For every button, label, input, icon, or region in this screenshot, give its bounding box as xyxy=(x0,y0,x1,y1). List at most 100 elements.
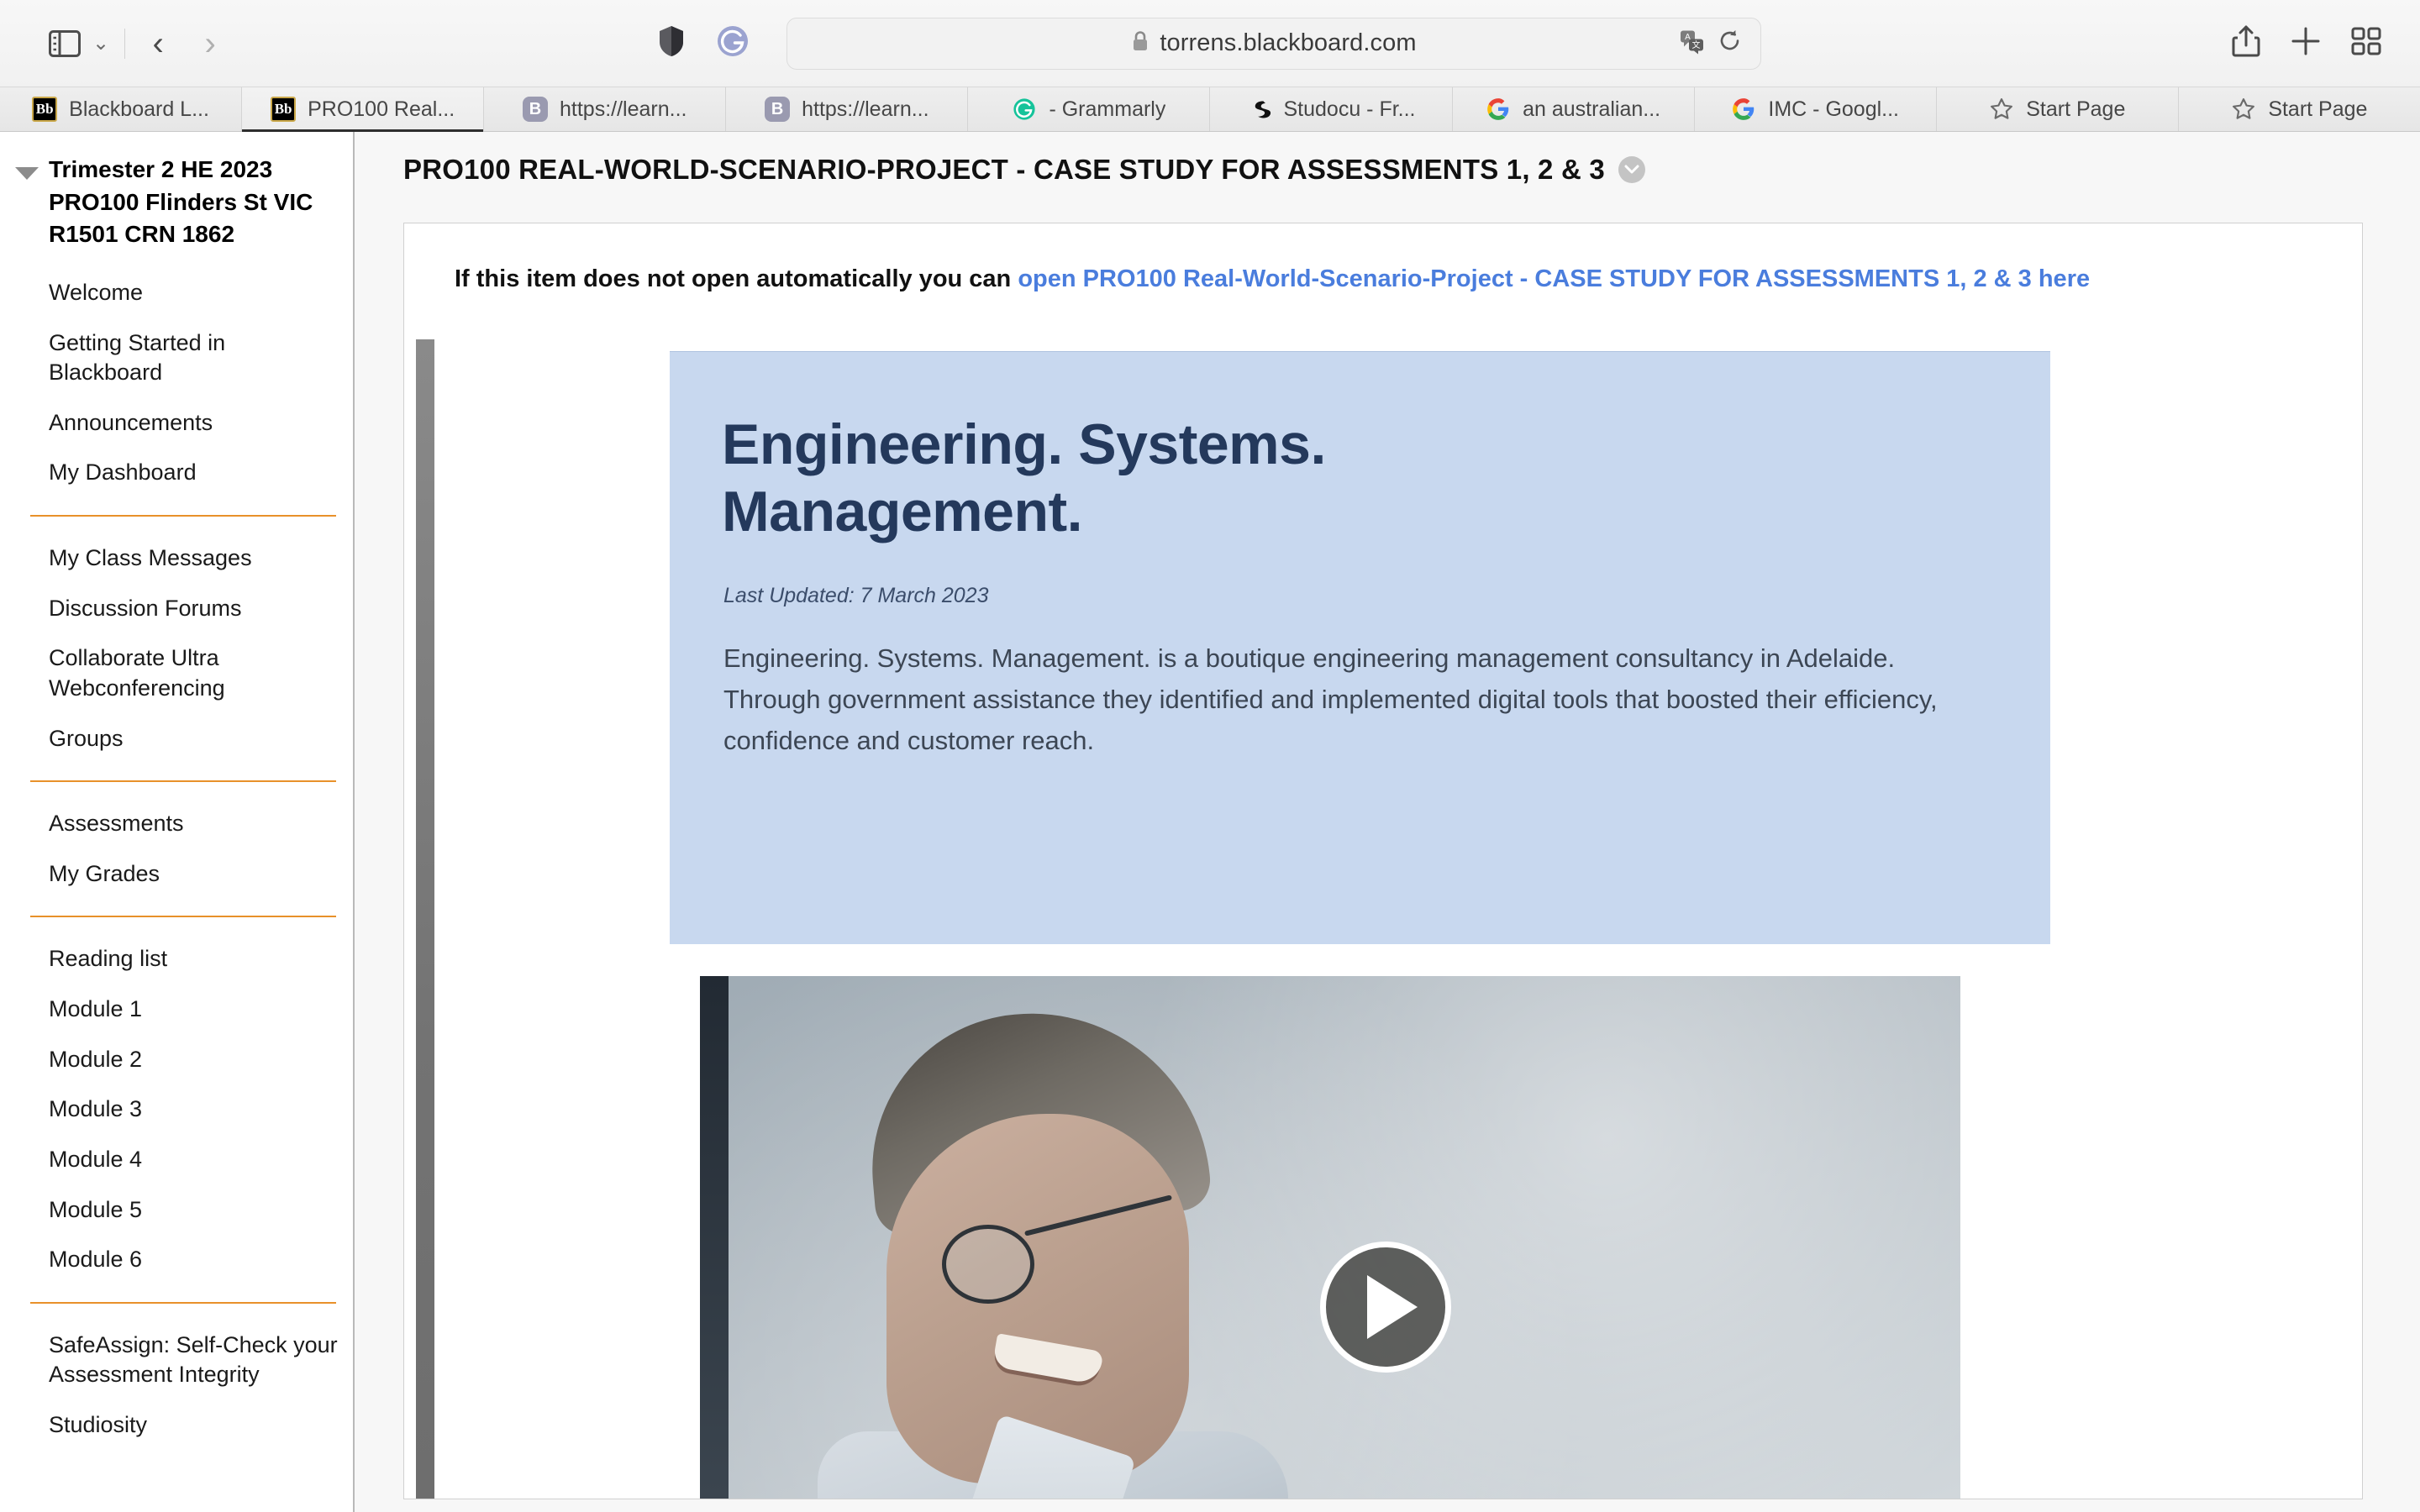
sidebar-group-divider xyxy=(30,780,336,783)
main-content: PRO100 REAL-WORLD-SCENARIO-PROJECT - CAS… xyxy=(355,132,2420,1512)
browser-tab[interactable]: Start Page xyxy=(1936,87,2179,131)
address-bar-actions: A 文 xyxy=(1680,29,1742,58)
grammarly-icon[interactable] xyxy=(716,24,750,62)
browser-tab[interactable]: Bb PRO100 Real... xyxy=(242,87,485,132)
sidebar-item-announcements[interactable]: Announcements xyxy=(49,398,341,449)
url-text: torrens.blackboard.com xyxy=(1160,29,1417,56)
sidebar-item-discussion-forums[interactable]: Discussion Forums xyxy=(49,584,341,634)
sidebar-item-assessments[interactable]: Assessments xyxy=(49,799,341,849)
address-bar-content: torrens.blackboard.com xyxy=(1131,29,1417,57)
blackboard-favicon-icon: Bb xyxy=(32,97,58,122)
browser-tab[interactable]: Bb Blackboard L... xyxy=(0,87,243,131)
sidebar-item-safeassign-self-check-your-assessment-integrity[interactable]: SafeAssign: Self-Check your Assessment I… xyxy=(49,1320,341,1400)
browser-tab[interactable]: Bhttps://learn... xyxy=(726,87,969,131)
sidebar-item-my-dashboard[interactable]: My Dashboard xyxy=(49,448,341,498)
back-button[interactable]: ‹ xyxy=(132,19,184,68)
toolbar-divider xyxy=(124,28,126,59)
chevron-left-icon: ‹ xyxy=(152,24,164,62)
sidebar-dropdown-chevron-icon[interactable]: ⌄ xyxy=(92,31,109,55)
triangle-down-icon[interactable] xyxy=(15,167,39,180)
browser-tab[interactable]: - Grammarly xyxy=(968,87,1211,131)
auto-open-notice-text: If this item does not open automatically… xyxy=(455,265,1018,292)
open-case-study-link[interactable]: open PRO100 Real-World-Scenario-Project … xyxy=(1018,265,2090,292)
sidebar-group-divider xyxy=(30,916,336,918)
privacy-shield-icon[interactable] xyxy=(659,25,684,61)
forward-button[interactable]: › xyxy=(184,19,236,68)
share-button[interactable] xyxy=(2232,24,2260,62)
google-favicon-icon xyxy=(1731,97,1756,122)
browser-toolbar: ⌄ ‹ › torrens.blackboard.com A 文 xyxy=(0,0,2420,87)
hero-paragraph: Engineering. Systems. Management. is a b… xyxy=(723,643,1938,756)
sidebar-toggle-button[interactable] xyxy=(39,19,91,68)
browser-tab[interactable]: Studocu - Fr... xyxy=(1210,87,1453,131)
browser-tab[interactable]: an australian... xyxy=(1452,87,1695,131)
sidebar-item-module-5[interactable]: Module 5 xyxy=(49,1185,341,1236)
video-left-edge xyxy=(700,976,729,1499)
course-header[interactable]: Trimester 2 HE 2023 PRO100 Flinders St V… xyxy=(0,154,353,251)
svg-text:文: 文 xyxy=(1692,39,1701,50)
reload-icon[interactable] xyxy=(1718,29,1742,58)
hero-banner: Engineering. Systems. Management. Last U… xyxy=(670,351,2050,944)
sidebar-item-module-6[interactable]: Module 6 xyxy=(49,1235,341,1285)
browser-tab-title: IMC - Googl... xyxy=(1768,97,1899,121)
frame-scrollbar[interactable] xyxy=(416,339,434,1499)
play-button[interactable] xyxy=(1320,1242,1451,1373)
toolbar-center-group: torrens.blackboard.com A 文 xyxy=(0,17,2420,70)
browser-tab[interactable]: IMC - Googl... xyxy=(1694,87,1937,131)
browser-tab-title: PRO100 Real... xyxy=(308,97,455,121)
page-title: PRO100 REAL-WORLD-SCENARIO-PROJECT - CAS… xyxy=(403,154,1605,185)
sidebar-item-welcome[interactable]: Welcome xyxy=(49,268,341,318)
sidebar-icon xyxy=(49,29,81,57)
browser-tab-title: Start Page xyxy=(2026,97,2126,121)
hero-heading: Engineering. Systems. Management. xyxy=(670,352,2050,545)
sidebar-item-getting-started-in-blackboard[interactable]: Getting Started in Blackboard xyxy=(49,318,341,398)
sidebar-item-studiosity[interactable]: Studiosity xyxy=(49,1400,341,1451)
video-subject-figure xyxy=(818,999,1288,1499)
browser-tab-title: https://learn... xyxy=(560,97,687,121)
page-body: Trimester 2 HE 2023 PRO100 Flinders St V… xyxy=(0,132,2420,1512)
tab-overview-button[interactable] xyxy=(2351,27,2381,60)
embedded-document-frame: Engineering. Systems. Management. Last U… xyxy=(416,339,2362,1499)
lock-icon xyxy=(1131,30,1150,56)
video-player[interactable] xyxy=(700,976,1960,1499)
new-tab-button[interactable] xyxy=(2291,26,2321,60)
browser-tab-title: Blackboard L... xyxy=(69,97,209,121)
blackboard-favicon-icon: Bb xyxy=(271,97,297,122)
sidebar-item-groups[interactable]: Groups xyxy=(49,714,341,764)
hero-last-updated: Last Updated: 7 March 2023 xyxy=(723,584,989,608)
sidebar-group: Assessments My Grades xyxy=(0,799,353,899)
browser-tab-title: - Grammarly xyxy=(1049,97,1166,121)
sidebar-group-divider xyxy=(30,1301,336,1304)
sidebar-item-my-grades[interactable]: My Grades xyxy=(49,849,341,900)
toolbar-right-group xyxy=(2232,24,2381,62)
chevron-down-circle-icon[interactable] xyxy=(1618,156,1645,183)
blackboard-learn-favicon-icon: B xyxy=(523,97,548,122)
sidebar-item-module-1[interactable]: Module 1 xyxy=(49,984,341,1035)
tab-bar: Bb Blackboard L... Bb PRO100 Real... Bhttps:… xyxy=(0,87,2420,132)
hero-heading-line2: Management. xyxy=(722,480,1083,544)
translate-icon[interactable]: A 文 xyxy=(1680,29,1705,58)
sidebar-group: Welcome Getting Started in Blackboard Anno… xyxy=(0,268,353,498)
sidebar-item-collaborate-ultra-webconferencing[interactable]: Collaborate Ultra Webconferencing xyxy=(49,633,341,713)
browser-tab-title: https://learn... xyxy=(802,97,929,121)
course-title: Trimester 2 HE 2023 PRO100 Flinders St V… xyxy=(49,156,313,248)
address-bar[interactable]: torrens.blackboard.com A 文 xyxy=(786,17,1761,70)
browser-tab[interactable]: Bhttps://learn... xyxy=(484,87,727,131)
sidebar-item-module-3[interactable]: Module 3 xyxy=(49,1084,341,1135)
course-sidebar: Trimester 2 HE 2023 PRO100 Flinders St V… xyxy=(0,132,355,1512)
blackboard-learn-favicon-icon: B xyxy=(765,97,791,122)
frame-body: Engineering. Systems. Management. Last U… xyxy=(434,339,2362,1499)
grammarly-favicon-icon xyxy=(1012,97,1037,122)
browser-tab[interactable]: Start Page xyxy=(2178,87,2420,131)
browser-tab-title: Studocu - Fr... xyxy=(1283,97,1416,121)
sidebar-item-my-class-messages[interactable]: My Class Messages xyxy=(49,533,341,584)
sidebar-item-module-4[interactable]: Module 4 xyxy=(49,1135,341,1185)
sidebar-item-module-2[interactable]: Module 2 xyxy=(49,1035,341,1085)
glasses-lens xyxy=(942,1225,1034,1304)
sidebar-nav: Welcome Getting Started in Blackboard Anno… xyxy=(0,268,353,1451)
sidebar-item-reading-list[interactable]: Reading list xyxy=(49,934,341,984)
figure-glasses xyxy=(942,1194,1173,1304)
star-favicon-icon xyxy=(2231,97,2256,122)
auto-open-notice: If this item does not open automatically… xyxy=(404,223,2362,296)
sidebar-group: My Class Messages Discussion Forums Collab… xyxy=(0,533,353,764)
